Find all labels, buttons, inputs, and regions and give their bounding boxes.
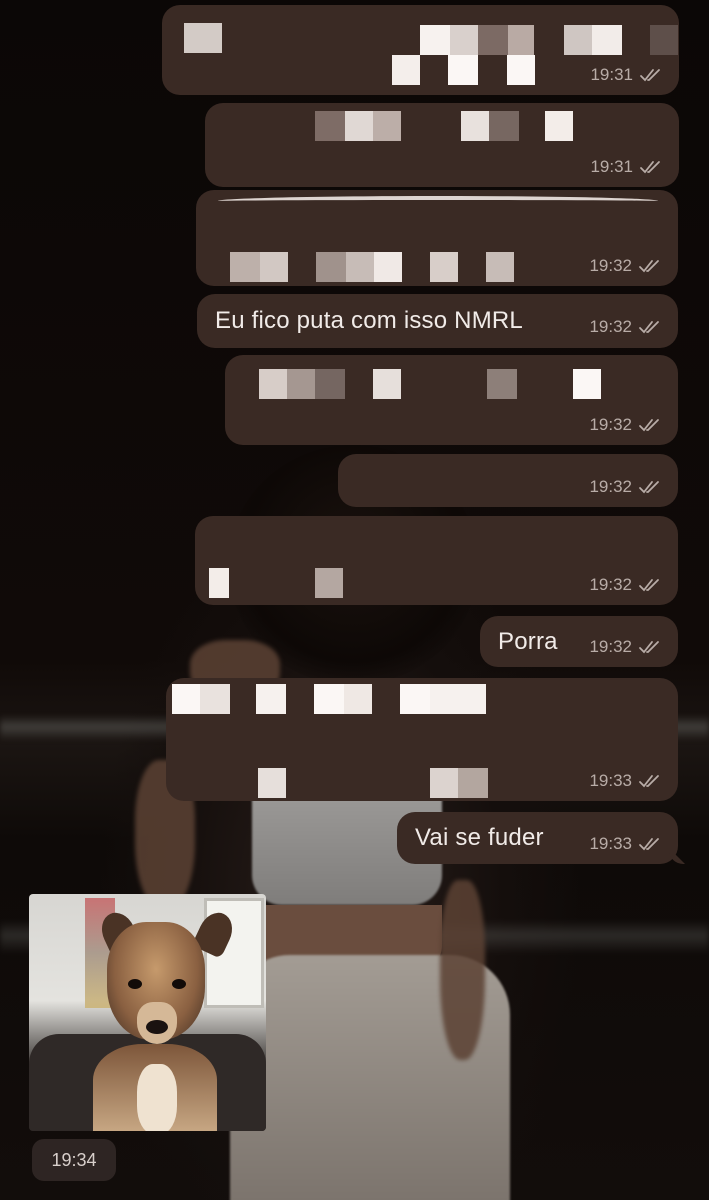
censor-pixel <box>374 252 402 282</box>
censor-pixel <box>508 25 534 55</box>
incoming-image-message[interactable] <box>29 894 266 1131</box>
message-meta: 19:32 <box>589 317 662 337</box>
message-time: 19:32 <box>589 477 632 496</box>
censor-pixel <box>287 369 315 399</box>
message-bubble[interactable]: Porra 19:32 <box>480 616 678 667</box>
message-time: 19:32 <box>589 256 632 275</box>
message-time: 19:32 <box>589 575 632 594</box>
double-check-icon <box>639 641 659 654</box>
message-bubble-redacted[interactable]: 19:31 <box>205 103 679 187</box>
message-text: Eu fico puta com isso NMRL <box>215 307 523 334</box>
censor-pixel <box>592 25 622 55</box>
message-time: 19:33 <box>589 834 632 853</box>
double-check-icon <box>639 481 659 494</box>
message-bubble-redacted[interactable]: 19:32 <box>225 355 678 445</box>
censor-pixel <box>478 25 508 55</box>
censor-pixel <box>507 55 535 85</box>
censor-pixel <box>400 684 430 714</box>
censor-pixel <box>184 23 222 53</box>
message-meta: 19:31 <box>590 65 663 85</box>
message-bubble-redacted[interactable]: 19:32 <box>196 190 678 286</box>
message-bubble[interactable]: Vai se fuder 19:33 <box>397 812 678 864</box>
message-bubble-redacted[interactable]: 19:32 <box>338 454 678 507</box>
message-time: 19:32 <box>589 415 632 434</box>
message-time: 19:34 <box>51 1149 97 1170</box>
message-bubble-redacted[interactable]: 19:32 <box>195 516 678 605</box>
censor-pixel <box>260 252 288 282</box>
censor-pixel <box>461 111 489 141</box>
censor-pixel <box>258 768 286 798</box>
censor-pixel <box>200 684 230 714</box>
image-time-pill: 19:34 <box>32 1139 116 1181</box>
censor-pixel <box>545 111 573 141</box>
censor-pixel <box>256 684 286 714</box>
dog-nose <box>146 1020 168 1034</box>
double-check-icon <box>640 161 660 174</box>
censor-pixel <box>345 111 373 141</box>
censor-pixel <box>315 111 345 141</box>
censor-pixel <box>450 25 478 55</box>
censor-pixel <box>373 369 401 399</box>
message-text: Porra <box>498 628 558 655</box>
message-time: 19:33 <box>589 771 632 790</box>
message-bubble[interactable]: Eu fico puta com isso NMRL 19:32 <box>197 294 678 348</box>
message-time: 19:31 <box>590 65 633 84</box>
censor-pixel <box>430 768 458 798</box>
censor-pixel <box>487 369 517 399</box>
censor-pixel <box>489 111 519 141</box>
message-bubble-redacted[interactable]: 19:31 <box>162 5 679 95</box>
message-meta: 19:32 <box>589 637 662 657</box>
censor-pixel <box>650 25 678 55</box>
censor-pixel <box>172 684 200 714</box>
double-check-icon <box>639 775 659 788</box>
censor-pixel <box>486 252 514 282</box>
censor-pixel <box>316 252 346 282</box>
message-meta: 19:32 <box>589 256 662 276</box>
censor-pixel <box>259 369 287 399</box>
censor-pixel <box>573 369 601 399</box>
censor-pixel <box>373 111 401 141</box>
chat-thread[interactable]: 19:31 19:31 19:32 Eu fico puta com isso … <box>0 0 709 1200</box>
censor-pixel <box>564 25 592 55</box>
message-meta: 19:33 <box>589 834 662 854</box>
dog-chest <box>137 1064 177 1131</box>
dog-eye <box>128 979 142 989</box>
message-meta: 19:32 <box>589 575 662 595</box>
censor-pixel <box>344 684 372 714</box>
censor-pixel <box>448 55 478 85</box>
censor-pixel <box>315 369 345 399</box>
message-meta: 19:32 <box>589 477 662 497</box>
censor-pixel <box>314 684 344 714</box>
censor-pixel <box>430 684 486 714</box>
censor-pixel <box>392 55 420 85</box>
censor-scribble <box>218 196 658 206</box>
message-bubble-redacted[interactable]: 19:33 <box>166 678 678 801</box>
censor-pixel <box>458 768 488 798</box>
censor-pixel <box>346 252 374 282</box>
message-meta: 19:33 <box>589 771 662 791</box>
censor-pixel <box>230 252 260 282</box>
double-check-icon <box>640 69 660 82</box>
censor-pixel <box>315 568 343 598</box>
censor-pixel <box>209 568 229 598</box>
message-time: 19:32 <box>589 637 632 656</box>
double-check-icon <box>639 579 659 592</box>
message-time: 19:31 <box>590 157 633 176</box>
censor-pixel <box>420 25 450 55</box>
message-text: Vai se fuder <box>415 824 544 851</box>
double-check-icon <box>639 260 659 273</box>
dog-eye <box>172 979 186 989</box>
double-check-icon <box>639 321 659 334</box>
message-meta: 19:32 <box>589 415 662 435</box>
double-check-icon <box>639 838 659 851</box>
message-time: 19:32 <box>589 317 632 336</box>
censor-pixel <box>430 252 458 282</box>
message-meta: 19:31 <box>590 157 663 177</box>
double-check-icon <box>639 419 659 432</box>
